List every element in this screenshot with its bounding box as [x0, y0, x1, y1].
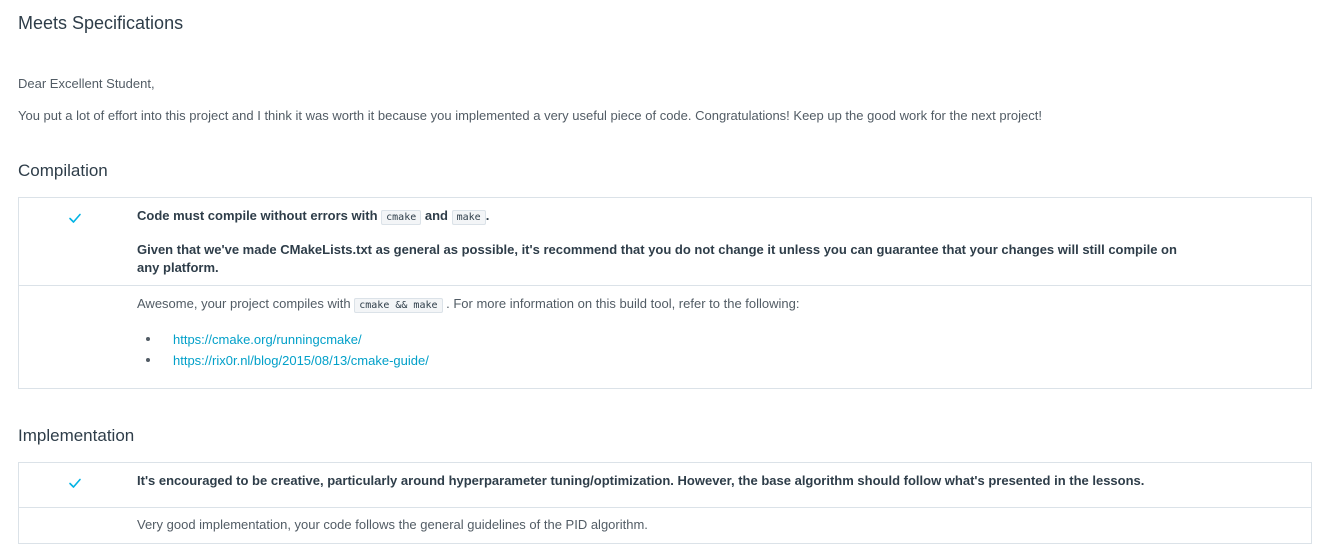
reviewer-comment: Awesome, your project compiles with cmak…: [137, 295, 1287, 371]
criteria-text: Code must compile without errors with cm…: [137, 207, 1197, 277]
review-row: Very good implementation, your code foll…: [19, 507, 1311, 543]
rubric-card-compilation: Code must compile without errors with cm…: [18, 197, 1312, 389]
bullet-icon: [146, 337, 150, 341]
section-title-compilation: Compilation: [18, 161, 108, 180]
link-cmake-running[interactable]: https://cmake.org/runningcmake/: [173, 332, 362, 347]
intro-message: You put a lot of effort into this projec…: [18, 108, 1042, 123]
bullet-icon: [146, 358, 150, 362]
criteria-row: Code must compile without errors with cm…: [19, 198, 1311, 285]
criteria-row: It's encouraged to be creative, particul…: [19, 463, 1311, 507]
link-cmake-guide[interactable]: https://rix0r.nl/blog/2015/08/13/cmake-g…: [173, 353, 429, 368]
criteria-text-part: .: [485, 208, 490, 223]
review-text-part: . For more information on this build too…: [442, 296, 800, 311]
criteria-text: It's encouraged to be creative, particul…: [137, 473, 1145, 488]
code-snippet-cmake: cmake: [381, 210, 422, 225]
list-item: https://rix0r.nl/blog/2015/08/13/cmake-g…: [137, 350, 1287, 371]
review-row: Awesome, your project compiles with cmak…: [19, 285, 1311, 388]
reference-links: https://cmake.org/runningcmake/ https://…: [137, 329, 1287, 371]
criteria-note: Given that we've made CMakeLists.txt as …: [137, 242, 1177, 275]
criteria-text-part: and: [421, 208, 452, 223]
rubric-card-implementation: It's encouraged to be creative, particul…: [18, 462, 1312, 544]
code-snippet-make: make: [451, 210, 486, 225]
reviewer-comment: Very good implementation, your code foll…: [137, 517, 648, 532]
review-text-part: Awesome, your project compiles with: [137, 296, 355, 311]
page-title: Meets Specifications: [18, 13, 184, 33]
section-title-implementation: Implementation: [18, 426, 135, 445]
check-icon: [68, 476, 82, 490]
list-item: https://cmake.org/runningcmake/: [137, 329, 1287, 350]
criteria-text-part: Code must compile without errors with: [137, 208, 382, 223]
greeting-text: Dear Excellent Student,: [18, 76, 155, 91]
code-snippet-cmake-make: cmake && make: [354, 298, 443, 313]
check-icon: [68, 211, 82, 225]
